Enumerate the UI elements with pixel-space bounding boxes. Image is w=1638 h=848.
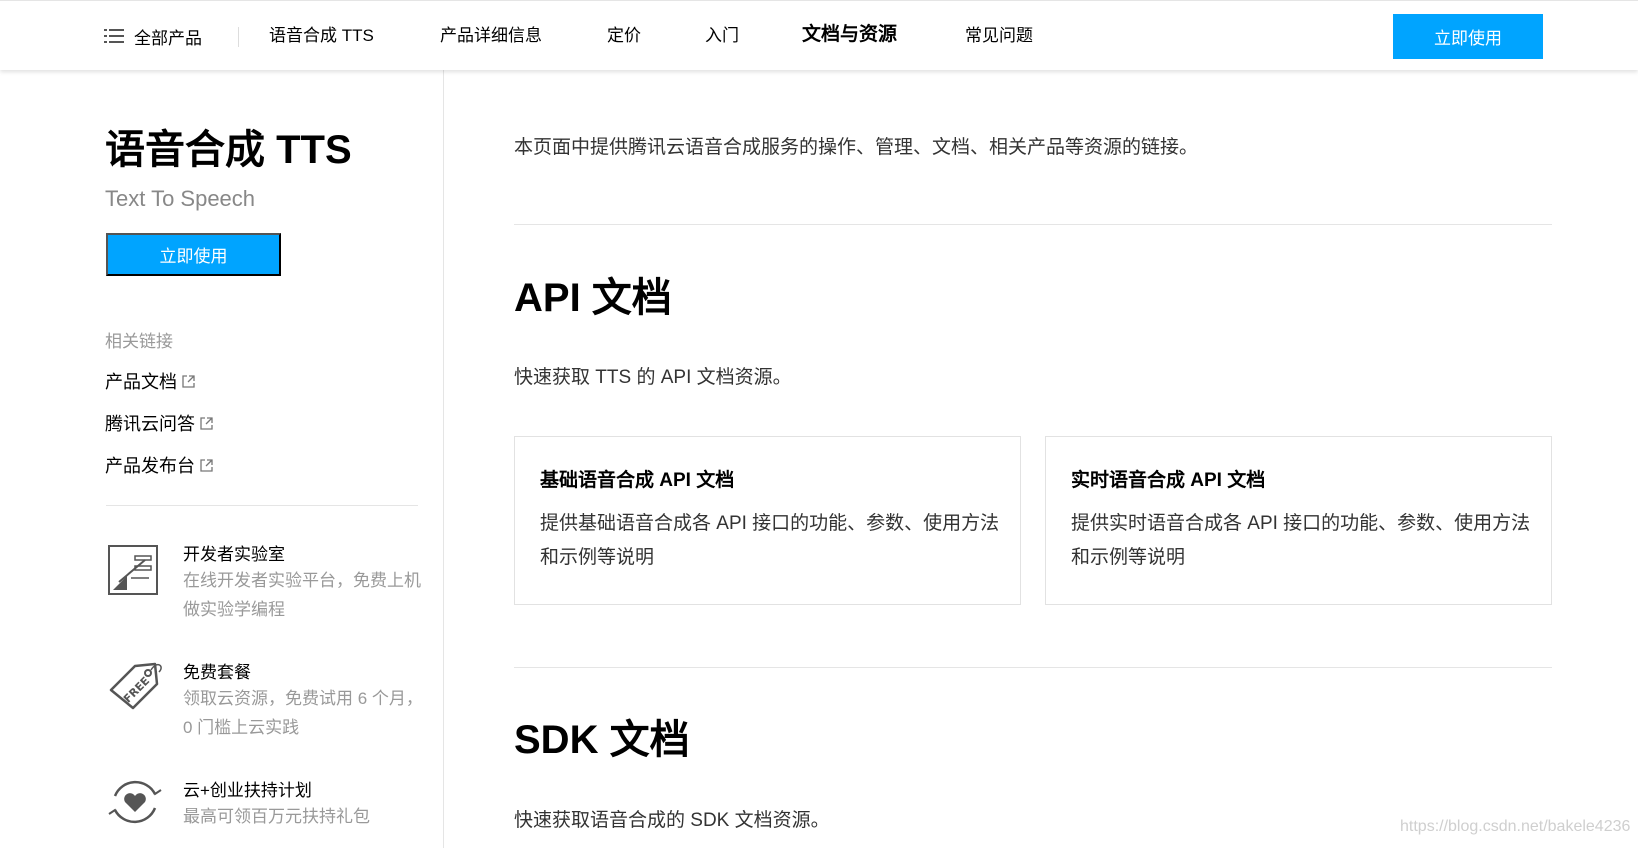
external-link-icon xyxy=(200,416,213,430)
top-use-now-button[interactable]: 立即使用 xyxy=(1393,14,1543,59)
nav-docs-resources[interactable]: 文档与资源 xyxy=(802,22,897,48)
sidebar-divider-line xyxy=(106,505,418,506)
related-link-label: 腾讯云问答 xyxy=(105,414,195,434)
related-link-label: 产品发布台 xyxy=(105,456,195,476)
promo-developer-lab[interactable]: 开发者实验室 在线开发者实验平台，免费上机做实验学编程 xyxy=(105,540,425,620)
top-navigation-bar: 全部产品 语音合成 TTS 产品详细信息 定价 入门 文档与资源 常见问题 立即… xyxy=(0,0,1638,70)
nav-product-details[interactable]: 产品详细信息 xyxy=(440,23,542,49)
related-link-release-notes[interactable]: 产品发布台 xyxy=(105,452,213,478)
promo-description: 领取云资源，免费试用 6 个月，0 门槛上云实践 xyxy=(183,689,423,737)
api-docs-title: API 文档 xyxy=(514,276,672,320)
section-divider xyxy=(514,224,1552,225)
product-subtitle: Text To Speech xyxy=(105,186,256,211)
heart-cycle-icon xyxy=(108,780,162,824)
product-title: 语音合成 TTS xyxy=(105,128,352,172)
nav-tts[interactable]: 语音合成 TTS xyxy=(269,23,374,49)
svg-text:FREE: FREE xyxy=(121,674,152,705)
card-description: 提供基础语音合成各 API 接口的功能、参数、使用方法和示例等说明 xyxy=(540,513,1000,568)
developer-lab-icon xyxy=(108,545,158,595)
nav-faq[interactable]: 常见问题 xyxy=(965,23,1033,49)
nav-getting-started[interactable]: 入门 xyxy=(705,23,739,49)
card-title: 实时语音合成 API 文档 xyxy=(1071,470,1266,491)
all-products-label: 全部产品 xyxy=(134,28,202,48)
related-link-qa[interactable]: 腾讯云问答 xyxy=(105,410,213,436)
promo-description: 最高可领百万元扶持礼包 xyxy=(183,807,370,826)
list-menu-icon xyxy=(104,29,124,43)
nav-separator xyxy=(238,27,239,47)
promo-title: 免费套餐 xyxy=(183,663,251,682)
related-link-product-docs[interactable]: 产品文档 xyxy=(105,368,195,394)
sidebar-use-now-button[interactable]: 立即使用 xyxy=(106,233,281,276)
sidebar-divider xyxy=(443,70,444,848)
related-links-heading: 相关链接 xyxy=(105,332,173,351)
sdk-docs-title: SDK 文档 xyxy=(514,718,690,762)
free-tag-icon: FREE xyxy=(109,662,162,710)
promo-title: 云+创业扶持计划 xyxy=(183,781,312,800)
nav-pricing[interactable]: 定价 xyxy=(607,23,641,49)
promo-free-tier[interactable]: FREE 免费套餐 领取云资源，免费试用 6 个月，0 门槛上云实践 xyxy=(105,658,425,738)
api-docs-description: 快速获取 TTS 的 API 文档资源。 xyxy=(514,367,792,388)
sdk-docs-description: 快速获取语音合成的 SDK 文档资源。 xyxy=(514,810,830,831)
promo-title: 开发者实验室 xyxy=(183,545,285,564)
external-link-icon xyxy=(200,458,213,472)
promo-startup-support[interactable]: 云+创业扶持计划 最高可领百万元扶持礼包 xyxy=(105,776,425,836)
card-basic-tts-api[interactable]: 基础语音合成 API 文档 提供基础语音合成各 API 接口的功能、参数、使用方… xyxy=(514,436,1021,605)
section-divider xyxy=(514,667,1552,668)
card-description: 提供实时语音合成各 API 接口的功能、参数、使用方法和示例等说明 xyxy=(1071,513,1531,568)
all-products-menu[interactable]: 全部产品 xyxy=(104,23,202,49)
watermark: https://blog.csdn.net/bakele4236 xyxy=(1400,818,1631,835)
external-link-icon xyxy=(182,374,195,388)
page-intro: 本页面中提供腾讯云语音合成服务的操作、管理、文档、相关产品等资源的链接。 xyxy=(514,137,1199,158)
card-realtime-tts-api[interactable]: 实时语音合成 API 文档 提供实时语音合成各 API 接口的功能、参数、使用方… xyxy=(1045,436,1552,605)
promo-description: 在线开发者实验平台，免费上机做实验学编程 xyxy=(183,571,421,619)
card-title: 基础语音合成 API 文档 xyxy=(540,470,735,491)
related-link-label: 产品文档 xyxy=(105,372,177,392)
